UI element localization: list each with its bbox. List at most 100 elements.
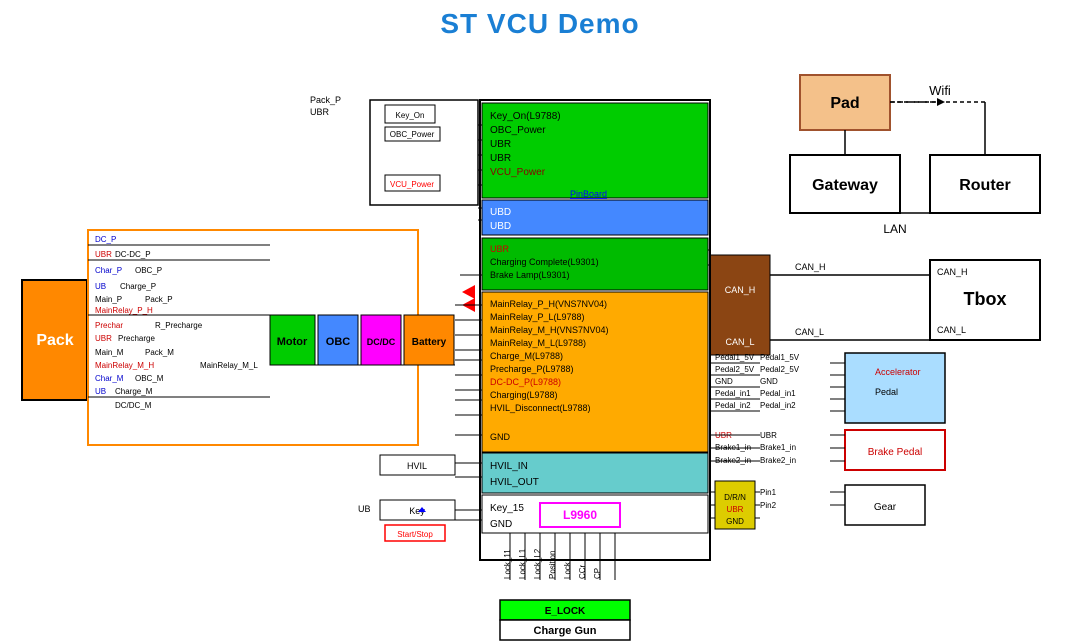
svg-text:Brake Lamp(L9301): Brake Lamp(L9301) <box>490 270 570 280</box>
svg-text:OBC: OBC <box>326 336 351 348</box>
svg-text:Precharge: Precharge <box>118 334 155 343</box>
svg-text:LAN: LAN <box>883 222 906 236</box>
svg-text:Pedal_in1: Pedal_in1 <box>760 389 796 398</box>
svg-text:UBR: UBR <box>760 431 777 440</box>
svg-text:Charge Gun: Charge Gun <box>534 625 597 637</box>
svg-text:GND: GND <box>490 432 511 442</box>
svg-text:Lock_L1: Lock_L1 <box>518 548 527 579</box>
svg-text:Battery: Battery <box>412 337 447 348</box>
svg-text:Key_On: Key_On <box>396 111 425 120</box>
svg-text:Key_On(L9788): Key_On(L9788) <box>490 111 561 122</box>
svg-text:Main_M: Main_M <box>95 348 124 357</box>
svg-text:MainRelay_M_L(L9788): MainRelay_M_L(L9788) <box>490 338 586 348</box>
svg-text:R_Precharge: R_Precharge <box>155 321 203 330</box>
svg-text:DC/DC: DC/DC <box>367 337 396 347</box>
svg-text:OBC_M: OBC_M <box>135 374 164 383</box>
svg-text:Charge_M: Charge_M <box>115 387 153 396</box>
svg-text:DC-DC_P(L9788): DC-DC_P(L9788) <box>490 377 561 387</box>
svg-text:Pedal2_5V: Pedal2_5V <box>760 365 800 374</box>
svg-text:UB: UB <box>95 387 106 396</box>
svg-text:VCU_Power: VCU_Power <box>490 167 546 178</box>
svg-text:UB: UB <box>95 282 106 291</box>
svg-text:HVIL: HVIL <box>407 461 427 471</box>
svg-text:Pin1: Pin1 <box>760 488 777 497</box>
svg-text:Char_M: Char_M <box>95 374 124 383</box>
svg-text:PinBoard: PinBoard <box>570 189 607 199</box>
svg-text:UBR: UBR <box>490 139 511 150</box>
svg-text:Tbox: Tbox <box>964 289 1007 309</box>
svg-text:Pedal2_5V: Pedal2_5V <box>715 365 755 374</box>
svg-text:Router: Router <box>959 177 1011 194</box>
svg-text:Prechar: Prechar <box>95 321 123 330</box>
svg-text:Wifi: Wifi <box>929 83 951 98</box>
svg-text:Charge_M(L9788): Charge_M(L9788) <box>490 351 563 361</box>
svg-text:Pedal_in1: Pedal_in1 <box>715 389 751 398</box>
page-title: ST VCU Demo <box>0 0 1080 40</box>
svg-text:MainRelay_M_H(VNS7NV04): MainRelay_M_H(VNS7NV04) <box>490 325 609 335</box>
svg-text:Brake2_in: Brake2_in <box>760 456 796 465</box>
svg-text:Char_P: Char_P <box>95 266 122 275</box>
svg-text:CAN_L: CAN_L <box>937 325 966 335</box>
svg-text:E_LOCK: E_LOCK <box>545 606 586 617</box>
svg-text:Lock_L2: Lock_L2 <box>533 548 542 579</box>
svg-text:Gateway: Gateway <box>812 177 878 194</box>
svg-text:OBC_Power: OBC_Power <box>490 125 546 136</box>
svg-text:L9960: L9960 <box>563 508 597 522</box>
svg-text:Pack_M: Pack_M <box>145 348 174 357</box>
svg-text:D/R/N: D/R/N <box>724 493 746 502</box>
svg-text:Position: Position <box>548 551 557 579</box>
svg-text:UBR: UBR <box>95 250 112 259</box>
svg-text:Brake1_in: Brake1_in <box>760 443 796 452</box>
svg-text:UBD: UBD <box>490 207 511 218</box>
diagram-svg: Pad Wifi Gateway Router LAN Tbox CAN_H C… <box>0 45 1080 641</box>
svg-text:Start/Stop: Start/Stop <box>397 530 433 539</box>
svg-text:Gear: Gear <box>874 502 897 513</box>
svg-text:CAN_H: CAN_H <box>937 267 968 277</box>
svg-text:Main_P: Main_P <box>95 295 122 304</box>
svg-text:Charge_P: Charge_P <box>120 282 156 291</box>
diagram-area: Pad Wifi Gateway Router LAN Tbox CAN_H C… <box>0 45 1080 641</box>
svg-text:UBR: UBR <box>95 334 112 343</box>
svg-text:Motor: Motor <box>277 336 308 348</box>
svg-text:GND: GND <box>490 519 512 530</box>
svg-text:Accelerator: Accelerator <box>875 367 921 377</box>
svg-text:VCU_Power: VCU_Power <box>390 180 434 189</box>
svg-text:HVIL_IN: HVIL_IN <box>490 461 528 472</box>
svg-text:UBR: UBR <box>490 153 511 164</box>
svg-text:UBR: UBR <box>727 505 744 514</box>
svg-text:MainRelay_P_L(L9788): MainRelay_P_L(L9788) <box>490 312 585 322</box>
svg-text:UBD: UBD <box>490 221 511 232</box>
svg-text:Pack: Pack <box>36 332 73 349</box>
svg-text:Pedal_in2: Pedal_in2 <box>760 401 796 410</box>
svg-text:Pad: Pad <box>830 95 859 112</box>
svg-text:OBC_Power: OBC_Power <box>390 130 435 139</box>
svg-text:MainRelay_P_H(VNS7NV04): MainRelay_P_H(VNS7NV04) <box>490 299 607 309</box>
svg-text:Pedal_in2: Pedal_in2 <box>715 401 751 410</box>
svg-text:CAN_H: CAN_H <box>795 262 826 272</box>
svg-text:Lock_11: Lock_11 <box>503 549 512 579</box>
svg-text:UBR: UBR <box>490 244 510 254</box>
svg-text:Pedal: Pedal <box>875 387 898 397</box>
svg-text:Brake Pedal: Brake Pedal <box>868 447 922 458</box>
svg-text:MainRelay_P_H: MainRelay_P_H <box>95 306 153 315</box>
svg-text:UB: UB <box>358 504 371 514</box>
svg-text:Key_15: Key_15 <box>490 503 524 514</box>
svg-text:HVIL_Disconnect(L9788): HVIL_Disconnect(L9788) <box>490 403 591 413</box>
svg-text:UBR: UBR <box>310 107 330 117</box>
svg-text:GND: GND <box>715 377 733 386</box>
svg-text:OBC_P: OBC_P <box>135 266 162 275</box>
svg-text:Pack_P: Pack_P <box>310 95 341 105</box>
svg-text:Lock: Lock <box>563 561 572 579</box>
svg-text:Precharge_P(L9788): Precharge_P(L9788) <box>490 364 574 374</box>
svg-text:CP: CP <box>593 568 602 579</box>
svg-text:Pedal1_5V: Pedal1_5V <box>760 353 800 362</box>
svg-text:GND: GND <box>726 517 744 526</box>
svg-text:HVIL_OUT: HVIL_OUT <box>490 477 539 488</box>
svg-text:MainRelay_M_L: MainRelay_M_L <box>200 361 258 370</box>
svg-text:GND: GND <box>760 377 778 386</box>
svg-text:Pin2: Pin2 <box>760 501 777 510</box>
svg-text:Pedal1_5V: Pedal1_5V <box>715 353 755 362</box>
svg-text:Charging Complete(L9301): Charging Complete(L9301) <box>490 257 599 267</box>
svg-text:DC_P: DC_P <box>95 235 116 244</box>
svg-text:MainRelay_M_H: MainRelay_M_H <box>95 361 154 370</box>
